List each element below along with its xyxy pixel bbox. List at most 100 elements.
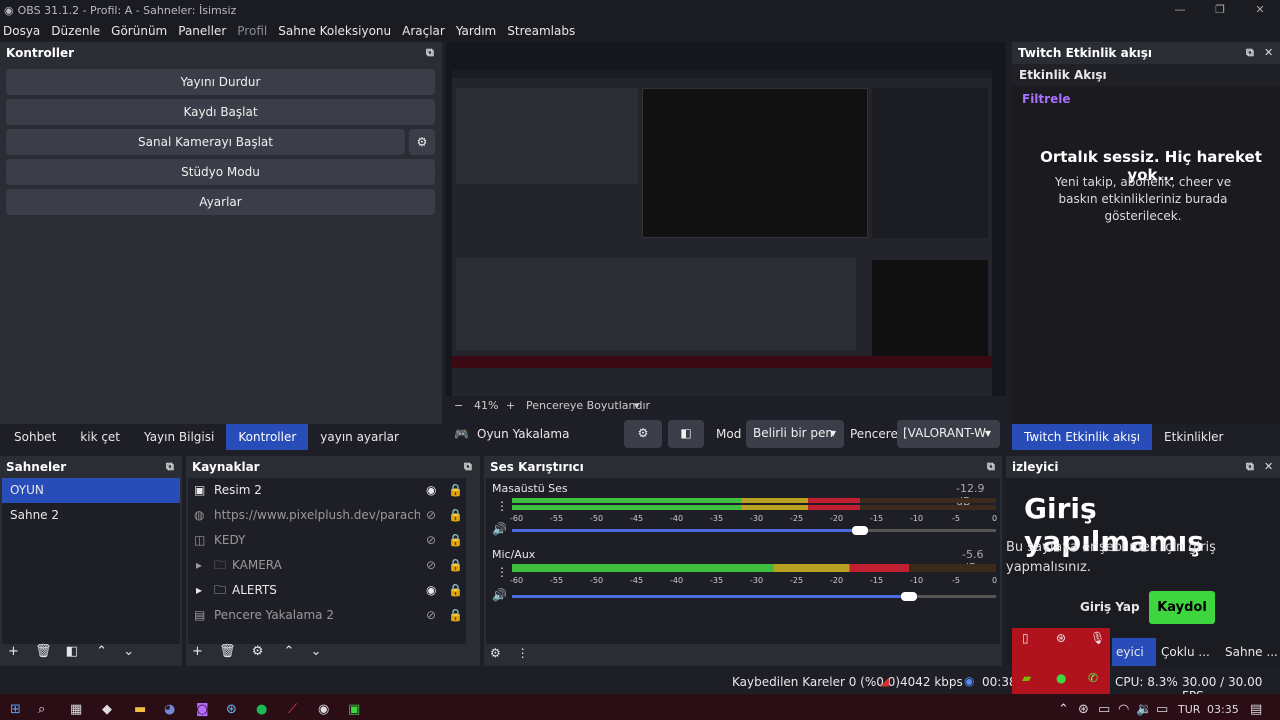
undock-icon[interactable]: ⧉ xyxy=(464,460,472,474)
kebab-menu-icon[interactable]: ⋮ xyxy=(496,499,508,513)
undock-icon[interactable]: ⧉ xyxy=(1246,46,1254,60)
maximize-icon[interactable]: ❐ xyxy=(1200,0,1240,20)
zoom-out-button[interactable]: − xyxy=(454,399,463,412)
chevron-down-icon[interactable]: ⌄ xyxy=(123,644,134,659)
folder-icon[interactable]: ▬ xyxy=(134,702,146,717)
preview-area[interactable] xyxy=(446,42,1006,398)
studio-mode-button[interactable]: Stüdyo Modu xyxy=(6,159,435,185)
stop-stream-button[interactable]: Yayını Durdur xyxy=(6,69,435,95)
valorant-icon[interactable]: ⟋ xyxy=(288,702,297,717)
source-row[interactable]: ▸ 🗀 KAMERA ⊘ 🔒 xyxy=(188,553,466,578)
close-icon[interactable]: ✕ xyxy=(1264,46,1273,59)
gear-icon[interactable]: ⚙ xyxy=(252,644,264,659)
steam-icon[interactable]: ⊛ xyxy=(1056,631,1066,645)
source-row[interactable]: ◍https://www.pixelplush.dev/parachute/in… xyxy=(188,503,466,528)
tab-kick-chat[interactable]: kik çet xyxy=(68,424,132,450)
nvidia-icon[interactable]: ▰ xyxy=(1022,671,1031,685)
usb-icon[interactable]: ▯ xyxy=(1022,631,1029,645)
kebab-menu-icon[interactable]: ⋮ xyxy=(517,646,529,660)
discord-icon[interactable]: ◕ xyxy=(164,702,175,717)
start-record-button[interactable]: Kaydı Başlat xyxy=(6,99,435,125)
eye-hidden-icon[interactable]: ⊘ xyxy=(426,528,436,553)
trash-icon[interactable]: 🗑 xyxy=(219,644,236,659)
volume-slider[interactable] xyxy=(512,592,996,601)
menu-profile[interactable]: Profil xyxy=(237,24,267,38)
streamlabs-icon[interactable]: ▣ xyxy=(348,702,360,717)
eye-hidden-icon[interactable]: ⊘ xyxy=(426,503,436,528)
volume-icon[interactable]: 🔉 xyxy=(1136,702,1152,717)
steam-tray-icon[interactable]: ⊛ xyxy=(1078,702,1089,717)
speaker-icon[interactable]: 🔊 xyxy=(492,588,507,602)
viewer-tab-scene[interactable]: Sahne ... xyxy=(1225,638,1278,666)
undock-icon[interactable]: ⧉ xyxy=(987,460,995,474)
menu-file[interactable]: Dosya xyxy=(3,24,40,38)
trash-icon[interactable]: 🗑 xyxy=(35,644,52,659)
mic-icon[interactable]: 🎙 xyxy=(1090,631,1105,645)
tab-events[interactable]: Etkinlikler xyxy=(1152,424,1235,450)
undock-icon[interactable]: ⧉ xyxy=(426,46,434,60)
lock-icon[interactable]: 🔒 xyxy=(448,603,463,628)
scene-item[interactable]: OYUN xyxy=(2,478,180,503)
clock[interactable]: 03:35 xyxy=(1207,703,1239,716)
tab-stream-settings[interactable]: yayın ayarlar xyxy=(308,424,411,450)
speaker-icon[interactable]: 🔊 xyxy=(492,522,507,536)
close-icon[interactable]: ✕ xyxy=(1264,460,1273,473)
source-row[interactable]: ◫ KEDY ⊘ 🔒 xyxy=(188,528,466,553)
obs-icon[interactable]: ◉ xyxy=(318,702,329,717)
spotify-icon[interactable]: ● xyxy=(256,702,267,717)
chevron-up-icon[interactable]: ⌃ xyxy=(1058,702,1069,717)
filter-link[interactable]: Filtrele xyxy=(1022,92,1070,106)
chevron-down-icon[interactable]: ▾ xyxy=(634,399,640,412)
battery-icon[interactable]: ▭ xyxy=(1156,702,1168,717)
add-icon[interactable]: + xyxy=(8,644,19,659)
lock-icon[interactable]: 🔒 xyxy=(448,553,463,578)
volume-handle[interactable] xyxy=(852,526,869,535)
whatsapp-icon[interactable]: ✆ xyxy=(1088,671,1098,685)
chevron-right-icon[interactable]: ▸ xyxy=(196,553,202,578)
steam-icon[interactable]: ⊛ xyxy=(226,702,237,717)
eye-hidden-icon[interactable]: ⊘ xyxy=(426,553,436,578)
chevron-up-icon[interactable]: ⌃ xyxy=(96,644,107,659)
filter-icon[interactable]: ◧ xyxy=(66,644,78,659)
source-row[interactable]: ▤ Pencere Yakalama 2 ⊘ 🔒 xyxy=(188,603,466,628)
menu-scene-collection[interactable]: Sahne Koleksiyonu xyxy=(278,24,391,38)
eye-hidden-icon[interactable]: ⊘ xyxy=(426,603,436,628)
windows-start-icon[interactable]: ⊞ xyxy=(10,702,21,717)
menu-view[interactable]: Görünüm xyxy=(111,24,167,38)
tab-controls[interactable]: Kontroller xyxy=(226,424,309,450)
settings-button[interactable]: Ayarlar xyxy=(6,189,435,215)
window-select[interactable]: [VALORANT-W ▾ xyxy=(897,420,1000,448)
scene-item[interactable]: Sahne 2 xyxy=(2,503,180,528)
undock-icon[interactable]: ⧉ xyxy=(1246,460,1254,474)
close-icon[interactable]: ✕ xyxy=(1240,0,1280,20)
virtual-camera-button[interactable]: Sanal Kamerayı Başlat xyxy=(6,129,405,155)
viewer-tab-multi[interactable]: Çoklu ... xyxy=(1161,638,1210,666)
minimize-icon[interactable]: — xyxy=(1160,0,1200,20)
twitch-icon[interactable]: ◙ xyxy=(196,702,209,717)
menu-help[interactable]: Yardım xyxy=(456,24,496,38)
chevron-right-icon[interactable]: ▸ xyxy=(196,578,202,603)
lock-icon[interactable]: 🔒 xyxy=(448,503,463,528)
wifi-icon[interactable]: ◠ xyxy=(1118,702,1129,717)
tab-stream-info[interactable]: Yayın Bilgisi xyxy=(132,424,226,450)
lock-icon[interactable]: 🔒 xyxy=(448,528,463,553)
mode-select[interactable]: Belirli bir pen ▾ xyxy=(746,420,844,448)
source-filters-icon[interactable]: ◧ xyxy=(668,420,704,448)
lock-icon[interactable]: 🔒 xyxy=(448,478,463,503)
calculator-icon[interactable]: ▦ xyxy=(70,702,82,717)
menu-edit[interactable]: Düzenle xyxy=(51,24,100,38)
search-icon[interactable]: ⌕ xyxy=(38,702,45,717)
volume-slider[interactable] xyxy=(512,526,996,535)
kebab-menu-icon[interactable]: ⋮ xyxy=(496,565,508,579)
login-button[interactable]: Giriş Yap xyxy=(1080,600,1140,614)
keyboard-language[interactable]: TUR xyxy=(1178,703,1200,716)
source-row[interactable]: ▸ 🗀 ALERTS ◉ 🔒 xyxy=(188,578,466,603)
display-icon[interactable]: ▭ xyxy=(1098,702,1110,717)
gear-icon[interactable]: ⚙ xyxy=(409,129,435,155)
source-properties-gear-icon[interactable]: ⚙ xyxy=(624,420,662,448)
menu-docks[interactable]: Paneller xyxy=(178,24,226,38)
zoom-in-button[interactable]: + xyxy=(506,399,515,412)
eye-icon[interactable]: ◉ xyxy=(426,578,436,603)
menu-tools[interactable]: Araçlar xyxy=(402,24,445,38)
lock-icon[interactable]: 🔒 xyxy=(448,578,463,603)
